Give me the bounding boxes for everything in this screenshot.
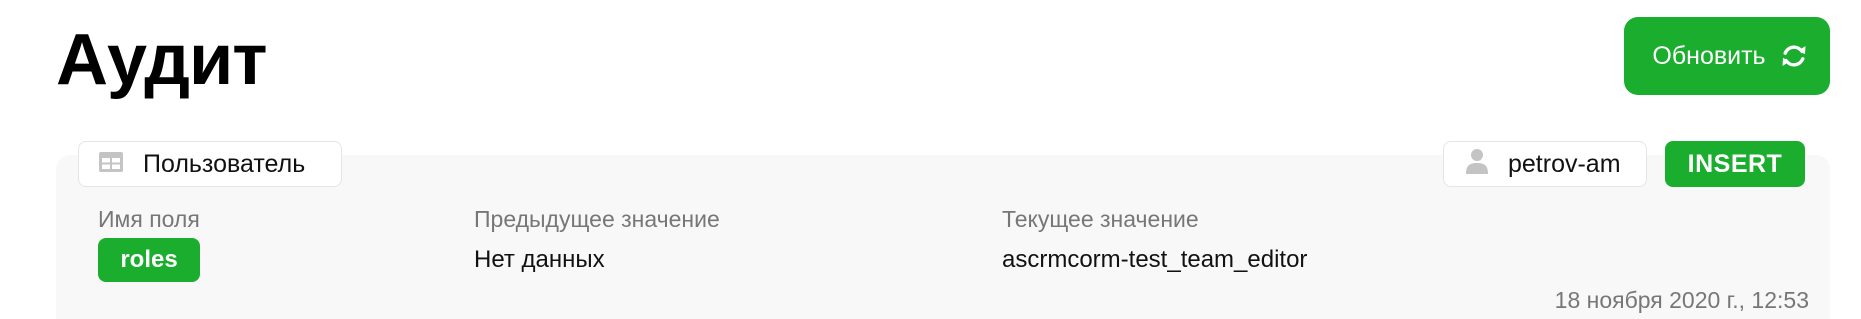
column-header-current-value: Текущее значение <box>1002 206 1199 232</box>
previous-value: Нет данных <box>474 246 605 273</box>
user-name: petrov-am <box>1508 149 1621 178</box>
entity-chip: Пользователь <box>78 141 342 187</box>
entry-timestamp: 18 ноября 2020 г., 12:53 <box>1554 287 1809 313</box>
table-icon <box>99 150 123 179</box>
column-header-previous-value: Предыдущее значение <box>474 206 720 232</box>
user-chip: petrov-am <box>1443 141 1647 187</box>
entity-label: Пользователь <box>143 149 306 178</box>
field-name-badge: roles <box>98 238 200 282</box>
column-header-field-name: Имя поля <box>98 206 200 232</box>
refresh-button-label: Обновить <box>1652 41 1766 70</box>
operation-badge: INSERT <box>1665 141 1805 187</box>
audit-page: Аудит Обновить Пользователь petrov-am IN… <box>0 0 1861 319</box>
current-value: ascrmcorm-test_team_editor <box>1002 246 1308 273</box>
user-icon <box>1466 148 1488 181</box>
refresh-icon <box>1780 42 1808 70</box>
refresh-button[interactable]: Обновить <box>1624 17 1830 95</box>
page-title: Аудит <box>56 20 267 100</box>
